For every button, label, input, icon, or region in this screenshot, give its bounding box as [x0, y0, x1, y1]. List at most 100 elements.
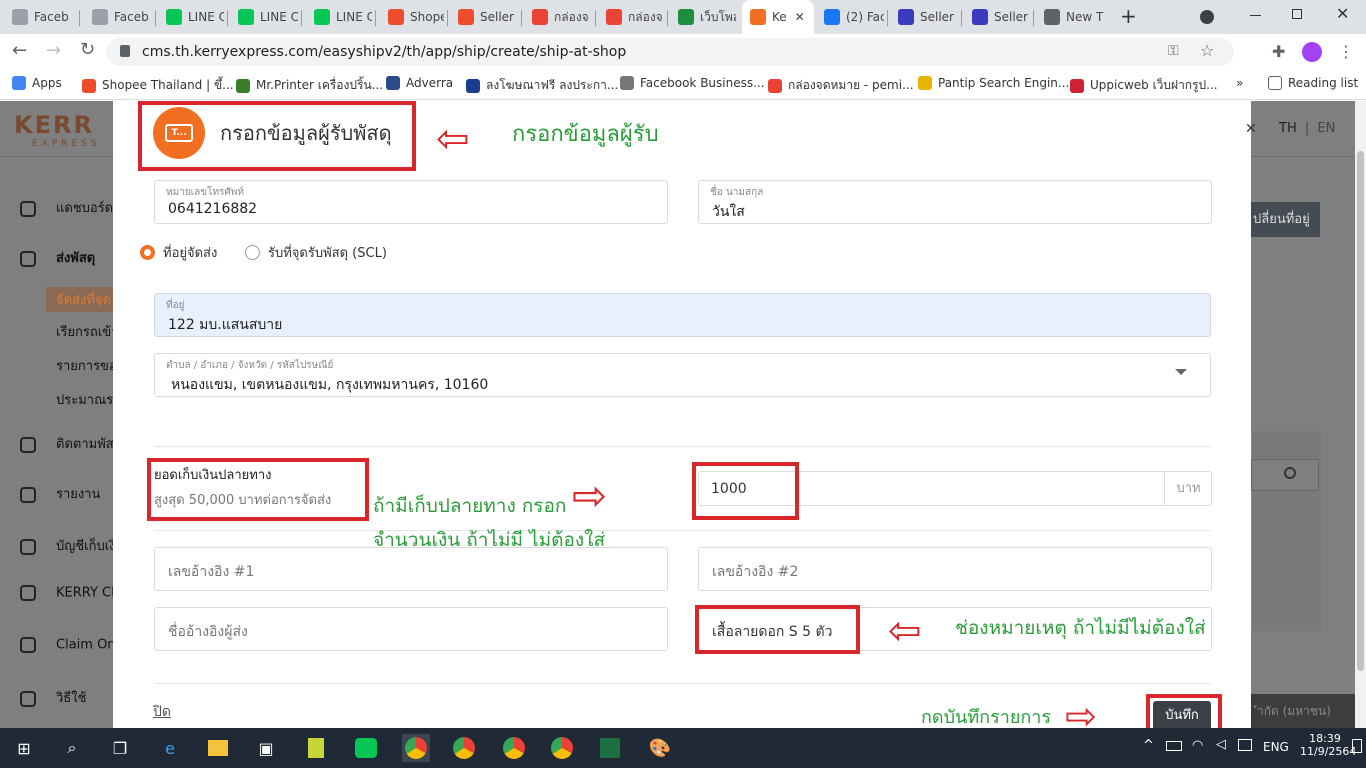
bookmark-item[interactable]: Shopee Thailand | ขึ้...: [82, 76, 234, 95]
lang-switch[interactable]: TH | EN: [1279, 121, 1335, 136]
radio-address[interactable]: ที่อยู่จัดส่ง: [140, 242, 217, 263]
bookmark-star-icon[interactable]: ☆: [1200, 41, 1214, 60]
browser-tab[interactable]: New T: [1036, 4, 1108, 30]
sidebar-item[interactable]: บัญชีเก็บเงิ: [20, 535, 116, 556]
clock[interactable]: 18:39 11/9/2564: [1300, 732, 1356, 758]
address-field[interactable]: ที่อยู่ 122 มบ.แสนสบาย: [154, 293, 1211, 337]
chrome-profile-4-icon[interactable]: [548, 734, 576, 762]
browser-tab[interactable]: เว็บโพส: [670, 4, 736, 30]
browser-tab[interactable]: Seller: [964, 4, 1030, 30]
sidebar-item[interactable]: รายการขอ: [56, 355, 117, 376]
reload-icon[interactable]: ↻: [80, 39, 95, 60]
chrome-profile-3-icon[interactable]: [500, 734, 528, 762]
ref2-field[interactable]: เลขอ้างอิง #2: [698, 547, 1212, 591]
club-icon: [20, 585, 36, 601]
browser-tab[interactable]: Shope: [380, 4, 444, 30]
bookmarks-more-button[interactable]: »: [1236, 76, 1243, 90]
browser-tab[interactable]: Seller: [450, 4, 518, 30]
browser-tab[interactable]: Ke ✕: [742, 0, 814, 34]
bookmark-favicon-icon: [768, 78, 782, 93]
tab-close-icon[interactable]: ✕: [795, 10, 805, 24]
sidebar-item[interactable]: Claim Onl: [20, 637, 119, 653]
tab-label: (2) Fac: [846, 10, 884, 24]
sidebar-item[interactable]: ประมาณรา: [56, 389, 120, 410]
phone-field[interactable]: หมายเลขโทรศัพท์ 0641216882: [154, 180, 668, 224]
browser-tab[interactable]: LINE C: [230, 4, 298, 30]
bookmark-item[interactable]: Facebook Business...: [620, 76, 765, 90]
bookmark-item[interactable]: Mr.Printer เครื่องปริ้น...: [236, 76, 383, 95]
tray-chevron-icon[interactable]: ^: [1143, 738, 1154, 753]
line-app-icon[interactable]: [352, 734, 380, 762]
browser-tab[interactable]: Seller: [890, 4, 958, 30]
bookmark-item[interactable]: Uppicweb เว็บฝากรูป...: [1070, 76, 1218, 95]
name-field[interactable]: ชื่อ นามสกุล วันใส: [698, 180, 1212, 224]
lang-th[interactable]: TH: [1279, 121, 1297, 136]
extension-icon[interactable]: ✚: [1272, 42, 1285, 61]
browser-tab[interactable]: Faceb: [4, 4, 76, 30]
browser-tab[interactable]: กล่องจ: [524, 4, 592, 30]
close-window-button[interactable]: ✕: [1336, 4, 1349, 23]
language-indicator[interactable]: ENG: [1263, 740, 1289, 754]
chrome-icon[interactable]: [402, 734, 430, 762]
lang-en[interactable]: EN: [1317, 121, 1335, 136]
bookmark-item[interactable]: กล่องจดหมาย - pemi...: [768, 76, 914, 95]
sidebar-item[interactable]: รายงาน: [20, 483, 100, 504]
menu-kebab-icon[interactable]: ⋮: [1338, 42, 1354, 61]
bookmark-favicon-icon: [386, 76, 400, 90]
browser-tab[interactable]: (2) Fac: [816, 4, 884, 30]
wifi-icon[interactable]: ◠: [1192, 738, 1203, 753]
maximize-button[interactable]: [1292, 9, 1302, 19]
track-icon: [20, 436, 36, 453]
edge-icon[interactable]: e: [156, 734, 184, 762]
browser-tab[interactable]: Faceb: [84, 4, 152, 30]
profile-avatar[interactable]: [1302, 42, 1322, 62]
notification-icon[interactable]: [1352, 739, 1362, 753]
chrome-profile-2-icon[interactable]: [450, 734, 478, 762]
close-link[interactable]: ปิด: [153, 701, 171, 723]
browser-tab[interactable]: LINE C: [158, 4, 224, 30]
radio-scl[interactable]: รับที่จุดรับพัสดุ (SCL): [245, 242, 387, 263]
reading-list-button[interactable]: Reading list: [1268, 76, 1358, 90]
bookmark-item[interactable]: Apps: [12, 76, 62, 90]
forward-arrow-icon[interactable]: →: [46, 40, 61, 61]
calculator-icon[interactable]: [302, 734, 330, 762]
radio-circle-icon[interactable]: [140, 245, 155, 260]
sidebar-item[interactable]: ส่งพัสดุ: [20, 247, 95, 268]
bookmark-item[interactable]: Pantip Search Engin...: [918, 76, 1069, 90]
volume-icon[interactable]: ◁: [1216, 737, 1226, 752]
tab-label: Shope: [410, 10, 444, 24]
sidebar-item[interactable]: แดชบอร์ด: [20, 197, 113, 218]
sidebar-item[interactable]: KERRY CL: [20, 585, 118, 601]
ime-icon[interactable]: [1238, 739, 1252, 751]
store-icon[interactable]: ▣: [252, 734, 280, 762]
sidebar-item[interactable]: จัดส่งที่จุด: [46, 287, 121, 312]
bookmark-item[interactable]: ลงโฆษณาฟรี ลงประกา...: [466, 76, 618, 95]
district-select[interactable]: ตำบล / อำเภอ / จังหวัด / รหัสไปรษณีย์ หน…: [154, 353, 1211, 397]
back-arrow-icon[interactable]: ←: [12, 40, 27, 61]
tab-search-icon[interactable]: [1200, 10, 1214, 24]
excel-icon[interactable]: [596, 734, 624, 762]
key-icon[interactable]: ⚿: [1168, 43, 1179, 59]
sender-ref-field[interactable]: ชื่ออ้างอิงผู้ส่ง: [154, 607, 668, 651]
windows-start-icon[interactable]: ⊞: [10, 734, 38, 762]
modal-close-icon[interactable]: ✕: [1245, 121, 1257, 137]
battery-icon[interactable]: [1166, 741, 1182, 751]
minimize-button[interactable]: [1250, 15, 1261, 16]
task-view-icon[interactable]: ❐: [106, 734, 134, 762]
change-address-button[interactable]: ปลี่ยนที่อยู่: [1251, 202, 1320, 237]
explorer-icon[interactable]: [204, 734, 232, 762]
bookmark-item[interactable]: Adverra: [386, 76, 453, 90]
sidebar-item[interactable]: เรียกรถเข้า: [56, 321, 118, 342]
sidebar-item[interactable]: วิธีใช้: [20, 687, 86, 708]
sidebar-item[interactable]: ติดตามพัส: [20, 433, 114, 454]
browser-tab[interactable]: กล่องจ: [598, 4, 664, 30]
new-tab-button[interactable]: +: [1120, 6, 1140, 26]
paint-icon[interactable]: 🎨: [646, 734, 674, 762]
scrollbar-thumb[interactable]: [1357, 151, 1364, 671]
search-icon[interactable]: ⌕: [58, 734, 86, 762]
browser-tab[interactable]: LINE C: [306, 4, 372, 30]
bg-search-icon[interactable]: [1284, 467, 1296, 479]
radio-circle-icon[interactable]: [245, 245, 260, 260]
address-bar[interactable]: cms.th.kerryexpress.com/easyshipv2/th/ap…: [106, 38, 1234, 66]
chevron-down-icon[interactable]: [1175, 369, 1187, 375]
